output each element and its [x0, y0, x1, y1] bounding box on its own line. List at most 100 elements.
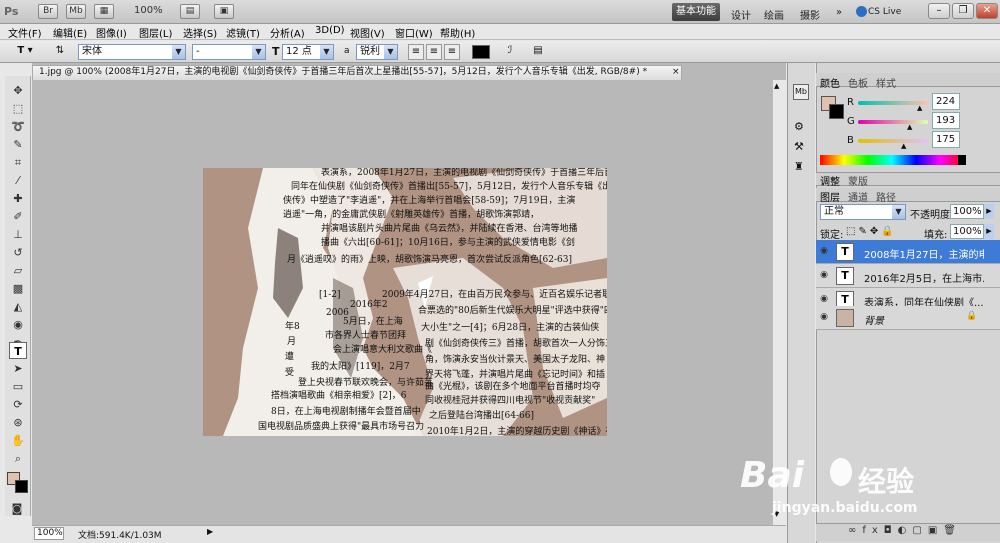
opacity-field[interactable]: 100%: [950, 204, 984, 219]
visibility-eye-icon[interactable]: ◉: [818, 269, 830, 281]
mini-bridge-button[interactable]: Mb: [66, 4, 86, 19]
scroll-up-icon[interactable]: ▲: [774, 82, 779, 90]
brush-tool-icon[interactable]: ✐: [9, 208, 27, 225]
view-extras-button[interactable]: ▦: [94, 4, 114, 19]
tab-swatches[interactable]: 色板: [848, 75, 868, 90]
text-color-swatch[interactable]: [472, 45, 490, 59]
layer-name[interactable]: 2016年2月5日，在上海市...: [864, 270, 984, 285]
quick-mask-icon[interactable]: ◙: [8, 500, 26, 517]
align-center-button[interactable]: ≡: [426, 44, 442, 60]
align-left-button[interactable]: ≡: [408, 44, 424, 60]
restore-button[interactable]: ❐: [952, 3, 974, 19]
visibility-eye-icon[interactable]: ◉: [818, 311, 830, 323]
text-tool-preset-picker[interactable]: T ▾: [12, 44, 38, 60]
visibility-eye-icon[interactable]: ◉: [818, 293, 830, 305]
menu-view[interactable]: 视图(V): [350, 25, 385, 40]
move-tool-icon[interactable]: ✥: [9, 82, 27, 99]
close-document-icon[interactable]: ×: [672, 67, 680, 77]
workspace-photography-button[interactable]: 摄影: [800, 7, 820, 22]
green-slider[interactable]: [858, 120, 928, 124]
document-tab[interactable]: 1.jpg @ 100% (2008年1月27日，主演的电视剧《仙剑奇侠传》于首…: [32, 65, 682, 80]
character-panel-icon[interactable]: ▤: [530, 44, 546, 60]
tab-layers[interactable]: 图层: [820, 189, 840, 204]
hand-tool-icon[interactable]: ✋: [9, 432, 27, 449]
actions-panel-icon[interactable]: ⚒: [794, 140, 804, 153]
workspace-painting-button[interactable]: 绘画: [764, 7, 784, 22]
tab-masks[interactable]: 蒙版: [848, 173, 868, 188]
status-zoom-field[interactable]: 100%: [34, 527, 64, 540]
antialias-select[interactable]: 锐利 ▼: [356, 44, 398, 60]
layer-row[interactable]: ◉ T 2016年2月5日，在上海市...: [816, 264, 1000, 288]
crop-tool-icon[interactable]: ⌗: [9, 154, 27, 171]
path-selection-tool-icon[interactable]: ➤: [9, 360, 27, 377]
history-brush-tool-icon[interactable]: ↺: [9, 244, 27, 261]
3d-orbit-tool-icon[interactable]: ⊛: [9, 414, 27, 431]
menu-layer[interactable]: 图层(L): [139, 25, 172, 40]
shape-tool-icon[interactable]: ▭: [9, 378, 27, 395]
clone-source-panel-icon[interactable]: ♜: [794, 160, 804, 173]
blue-slider-thumb[interactable]: ▲: [901, 142, 906, 150]
screen-mode-button[interactable]: ▣: [214, 4, 234, 19]
warp-text-icon[interactable]: ℐ: [502, 44, 518, 60]
zoom-tool-icon[interactable]: ⌕: [9, 450, 27, 467]
zoom-level-menu[interactable]: 100%: [134, 5, 163, 16]
font-family-select[interactable]: 宋体 ▼: [78, 44, 186, 60]
tab-styles[interactable]: 样式: [876, 75, 896, 90]
menu-help[interactable]: 帮助(H): [440, 25, 475, 40]
menu-window[interactable]: 窗口(W): [395, 25, 433, 40]
background-color-swatch[interactable]: [15, 480, 28, 493]
font-size-select[interactable]: 12 点 ▼: [282, 44, 334, 60]
menu-file[interactable]: 文件(F): [8, 25, 42, 40]
close-button[interactable]: ✕: [976, 3, 998, 19]
lasso-tool-icon[interactable]: ➰: [9, 118, 27, 135]
tab-color[interactable]: 颜色: [820, 75, 840, 90]
mini-bridge-panel-icon[interactable]: Mb: [793, 84, 809, 100]
font-style-select[interactable]: - ▼: [192, 44, 266, 60]
lock-options-icons[interactable]: ⬚✎✥🔒: [846, 226, 897, 237]
fill-field[interactable]: 100%: [950, 224, 984, 239]
red-value-field[interactable]: 224: [932, 93, 960, 110]
layer-row[interactable]: ◉ T 2008年1月27日，主演的电...: [816, 240, 1000, 264]
canvas-image[interactable]: 表演系，2008年1月27日，主演的电视剧《仙剑奇侠传》于首播三年后首 同年在仙…: [203, 168, 607, 436]
layer-row[interactable]: ◉ 背景 🔒: [816, 306, 1000, 330]
cs-live-menu[interactable]: CS Live: [868, 7, 901, 17]
visibility-eye-icon[interactable]: ◉: [818, 245, 830, 257]
toggle-text-orientation-icon[interactable]: ⇅: [52, 44, 68, 60]
menu-select[interactable]: 选择(S): [183, 25, 217, 40]
workspace-design-button[interactable]: 设计: [731, 7, 751, 22]
arrange-documents-button[interactable]: ▤: [180, 4, 200, 19]
red-slider-thumb[interactable]: ▲: [917, 104, 922, 112]
eraser-tool-icon[interactable]: ▱: [9, 262, 27, 279]
menu-edit[interactable]: 编辑(E): [53, 25, 87, 40]
background-color-picker[interactable]: [829, 104, 844, 119]
menu-analysis[interactable]: 分析(A): [270, 25, 305, 40]
color-spectrum-bar[interactable]: [820, 155, 964, 165]
opacity-arrow-icon[interactable]: ▶: [984, 204, 994, 219]
type-tool-icon[interactable]: T: [9, 342, 27, 359]
tab-paths[interactable]: 路径: [876, 189, 896, 204]
marquee-tool-icon[interactable]: ⬚: [9, 100, 27, 117]
layer-name[interactable]: 2008年1月27日，主演的电...: [864, 246, 984, 261]
history-panel-icon[interactable]: ⚙: [794, 120, 804, 133]
blue-slider[interactable]: [858, 139, 928, 143]
layer-footer-buttons-icon[interactable]: ∞fx◘◐▢▣🗑: [848, 525, 962, 536]
gradient-tool-icon[interactable]: ▩: [9, 280, 27, 297]
workspace-more-button[interactable]: »: [836, 7, 842, 18]
healing-brush-tool-icon[interactable]: ✚: [9, 190, 27, 207]
tab-channels[interactable]: 通道: [848, 189, 868, 204]
align-right-button[interactable]: ≡: [444, 44, 460, 60]
spectrum-black-swatch[interactable]: [958, 155, 966, 165]
tab-adjustments[interactable]: 调整: [820, 173, 840, 188]
blue-value-field[interactable]: 175: [932, 131, 960, 148]
minimize-button[interactable]: –: [928, 3, 950, 19]
quick-select-tool-icon[interactable]: ✎: [9, 136, 27, 153]
blend-mode-select[interactable]: 正常 ▼: [820, 204, 906, 220]
dodge-tool-icon[interactable]: ◉: [9, 316, 27, 333]
blur-tool-icon[interactable]: ◭: [9, 298, 27, 315]
3d-rotate-tool-icon[interactable]: ⟳: [9, 396, 27, 413]
bridge-button[interactable]: Br: [38, 4, 58, 19]
green-value-field[interactable]: 193: [932, 112, 960, 129]
green-slider-thumb[interactable]: ▲: [907, 123, 912, 131]
status-menu-arrow-icon[interactable]: ▶: [207, 527, 213, 536]
workspace-essentials-button[interactable]: 基本功能: [672, 3, 720, 21]
